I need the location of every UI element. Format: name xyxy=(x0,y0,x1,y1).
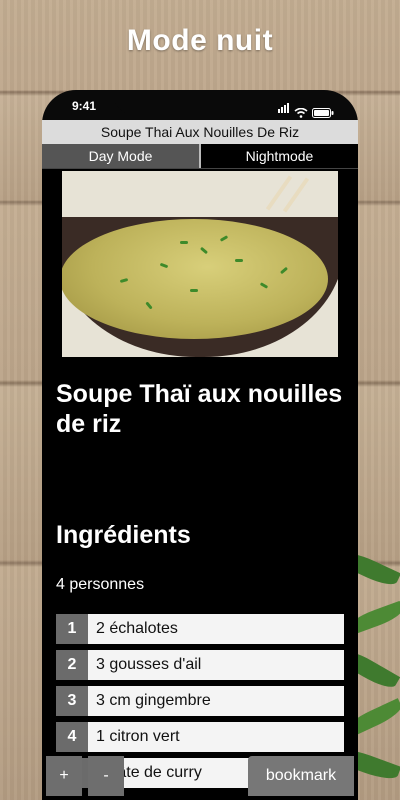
ingredient-number: 2 xyxy=(56,650,88,680)
ingredients-heading: Ingrédients xyxy=(56,521,191,549)
ingredient-row: 4 1 citron vert xyxy=(56,722,344,752)
app-title: Soupe Thai Aux Nouilles De Riz xyxy=(42,120,358,144)
status-time: 9:41 xyxy=(72,99,97,113)
status-icons xyxy=(278,100,334,118)
ingredient-number: 1 xyxy=(56,614,88,644)
decrease-servings-button[interactable]: - xyxy=(88,756,124,796)
page-headline: Mode nuit xyxy=(126,24,274,57)
bookmark-button[interactable]: bookmark xyxy=(248,756,354,796)
recipe-photo xyxy=(62,171,338,357)
recipe-title: Soupe Thaï aux nouilles de riz xyxy=(56,380,343,438)
status-bar: 9:41 xyxy=(42,90,358,120)
day-mode-button[interactable]: Day Mode xyxy=(42,144,199,168)
bottom-toolbar: + - bookmark xyxy=(42,754,358,800)
mode-switcher: Day Mode Nightmode xyxy=(42,144,358,169)
ingredient-row: 3 3 cm gingembre xyxy=(56,686,344,716)
soup-image xyxy=(62,219,328,339)
ingredient-text: 3 cm gingembre xyxy=(96,692,211,709)
increase-servings-button[interactable]: + xyxy=(46,756,82,796)
bowl-image xyxy=(62,217,338,357)
ingredient-text: 3 gousses d'ail xyxy=(96,656,202,673)
phone-frame: 9:41 Soupe Thai Aux Nouilles De Riz Day … xyxy=(42,90,358,800)
ingredient-number: 4 xyxy=(56,722,88,752)
ingredient-text: 2 échalotes xyxy=(96,620,178,637)
battery-icon xyxy=(312,108,334,118)
ingredient-text: 1 citron vert xyxy=(96,728,180,745)
ingredient-number: 3 xyxy=(56,686,88,716)
servings-text: 4 personnes xyxy=(56,576,145,593)
ingredient-row: 1 2 échalotes xyxy=(56,614,344,644)
ingredient-row: 2 3 gousses d'ail xyxy=(56,650,344,680)
phone-notch xyxy=(114,90,286,114)
app-screen: Soupe Thai Aux Nouilles De Riz Day Mode … xyxy=(42,120,358,800)
wifi-icon xyxy=(294,108,308,118)
signal-icon xyxy=(278,100,290,118)
nightmode-button[interactable]: Nightmode xyxy=(199,144,358,168)
